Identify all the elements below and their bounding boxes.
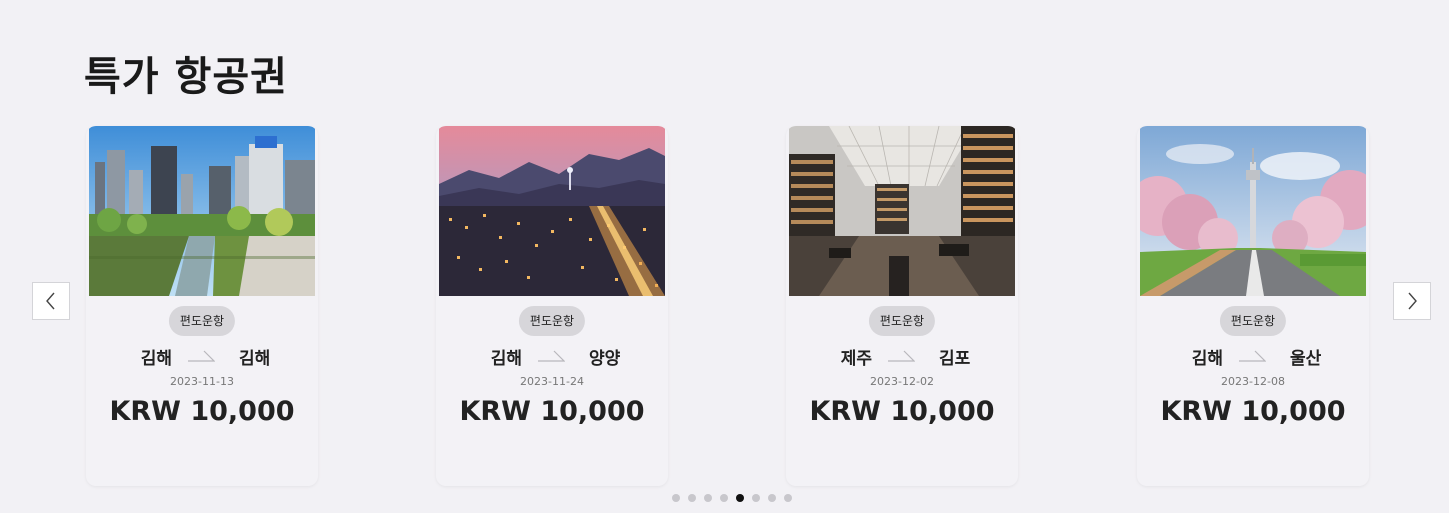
departure-date: 2023-12-02 (870, 375, 934, 388)
chevron-left-icon (46, 292, 55, 310)
one-way-badge: 편도운항 (868, 306, 936, 336)
city-stream-photo (89, 126, 315, 296)
destination-city: 김해 (239, 349, 271, 369)
route-arrow-icon (188, 350, 215, 362)
fare-price: KRW 10,000 (1160, 396, 1346, 427)
departure-date: 2023-11-24 (520, 375, 584, 388)
one-way-badge: 편도운항 (168, 306, 236, 336)
carousel-next-button[interactable] (1393, 282, 1431, 320)
fare-price: KRW 10,000 (109, 396, 295, 427)
route: 김해 울산 (1137, 344, 1369, 369)
route: 제주 김포 (786, 344, 1018, 369)
deal-card[interactable]: 편도운항 김해 울산 2023-12-08 KRW 10,000 (1137, 126, 1369, 486)
pagination-dot-active[interactable] (736, 494, 744, 502)
deal-card[interactable]: 편도운항 제주 김포 2023-12-02 KRW 10,000 (786, 126, 1018, 486)
fare-price: KRW 10,000 (459, 396, 645, 427)
route: 김해 김해 (86, 344, 318, 369)
origin-city: 김해 (140, 349, 172, 369)
origin-city: 김해 (490, 349, 522, 369)
pagination-dot[interactable] (768, 494, 776, 502)
pagination-dot[interactable] (720, 494, 728, 502)
deal-card[interactable]: 편도운항 김해 김해 2023-11-13 KRW 10,000 (86, 126, 318, 486)
destination-city: 울산 (1290, 349, 1322, 369)
origin-city: 김해 (1191, 349, 1223, 369)
city-night-photo (439, 126, 665, 296)
pagination-dot[interactable] (688, 494, 696, 502)
departure-date: 2023-12-08 (1221, 375, 1285, 388)
deal-card[interactable]: 편도운항 김해 양양 2023-11-24 KRW 10,000 (436, 126, 668, 486)
route-arrow-icon (1239, 350, 1266, 362)
pagination-dot[interactable] (784, 494, 792, 502)
library-photo (789, 126, 1015, 296)
origin-city: 제주 (840, 349, 872, 369)
carousel-pagination (672, 494, 792, 504)
destination-city: 김포 (939, 349, 971, 369)
route-arrow-icon (888, 350, 915, 362)
carousel-prev-button[interactable] (32, 282, 70, 320)
one-way-badge: 편도운항 (1219, 306, 1287, 336)
one-way-badge: 편도운항 (518, 306, 586, 336)
route: 김해 양양 (436, 344, 668, 369)
chevron-right-icon (1408, 292, 1417, 310)
pagination-dot[interactable] (704, 494, 712, 502)
cherry-blossom-tower-photo (1140, 126, 1366, 296)
departure-date: 2023-11-13 (170, 375, 234, 388)
pagination-dot[interactable] (752, 494, 760, 502)
fare-price: KRW 10,000 (809, 396, 995, 427)
destination-city: 양양 (589, 349, 621, 369)
section-title: 특가 항공권 (84, 54, 288, 100)
pagination-dot[interactable] (672, 494, 680, 502)
route-arrow-icon (538, 350, 565, 362)
